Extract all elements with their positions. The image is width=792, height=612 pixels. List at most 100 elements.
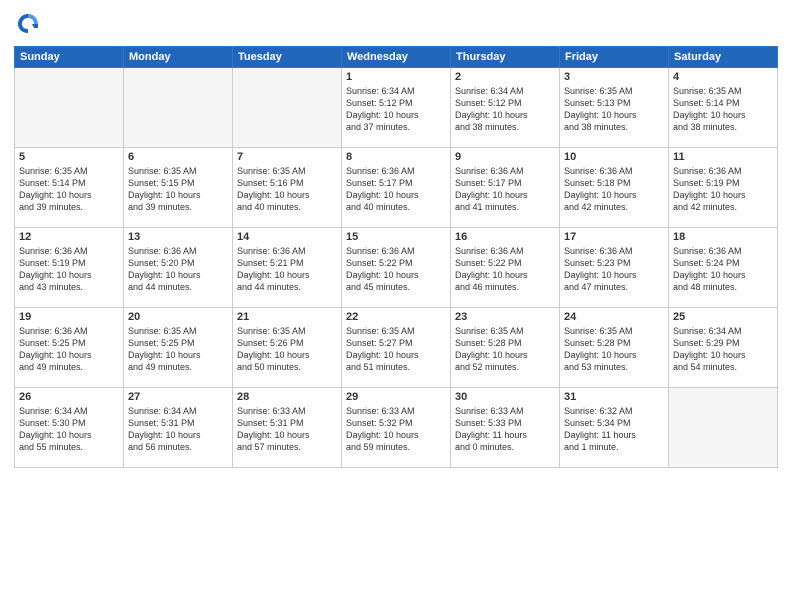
calendar-cell: 21 Sunrise: 6:35 AM Sunset: 5:26 PM Dayli…: [233, 308, 342, 388]
day-info: Sunrise: 6:35 AM Sunset: 5:16 PM Dayligh…: [237, 165, 337, 214]
header: [14, 10, 778, 38]
day-number: 1: [346, 71, 446, 83]
calendar-cell: 11 Sunrise: 6:36 AM Sunset: 5:19 PM Dayli…: [669, 148, 778, 228]
weekday-friday: Friday: [560, 47, 669, 68]
day-info: Sunrise: 6:35 AM Sunset: 5:28 PM Dayligh…: [455, 325, 555, 374]
day-info: Sunrise: 6:36 AM Sunset: 5:23 PM Dayligh…: [564, 245, 664, 294]
day-number: 30: [455, 391, 555, 403]
calendar-cell: 7 Sunrise: 6:35 AM Sunset: 5:16 PM Daylig…: [233, 148, 342, 228]
day-number: 17: [564, 231, 664, 243]
day-info: Sunrise: 6:35 AM Sunset: 5:15 PM Dayligh…: [128, 165, 228, 214]
weekday-sunday: Sunday: [15, 47, 124, 68]
calendar-cell: 28 Sunrise: 6:33 AM Sunset: 5:31 PM Dayli…: [233, 388, 342, 468]
day-number: 4: [673, 71, 773, 83]
day-info: Sunrise: 6:35 AM Sunset: 5:13 PM Dayligh…: [564, 85, 664, 134]
week-row-2: 5 Sunrise: 6:35 AM Sunset: 5:14 PM Daylig…: [15, 148, 778, 228]
weekday-monday: Monday: [124, 47, 233, 68]
calendar-cell: 8 Sunrise: 6:36 AM Sunset: 5:17 PM Daylig…: [342, 148, 451, 228]
calendar-cell: 31Sunrise: 6:32 AM Sunset: 5:34 PM Dayli…: [560, 388, 669, 468]
calendar-cell: 14Sunrise: 6:36 AM Sunset: 5:21 PM Dayli…: [233, 228, 342, 308]
calendar-cell: 3Sunrise: 6:35 AM Sunset: 5:13 PM Daylig…: [560, 68, 669, 148]
weekday-thursday: Thursday: [451, 47, 560, 68]
day-number: 9: [455, 151, 555, 163]
calendar-cell: 4 Sunrise: 6:35 AM Sunset: 5:14 PM Daylig…: [669, 68, 778, 148]
day-info: Sunrise: 6:36 AM Sunset: 5:22 PM Dayligh…: [346, 245, 446, 294]
day-number: 29: [346, 391, 446, 403]
day-info: Sunrise: 6:34 AM Sunset: 5:12 PM Dayligh…: [346, 85, 446, 134]
calendar-cell: [233, 68, 342, 148]
weekday-wednesday: Wednesday: [342, 47, 451, 68]
weekday-header-row: SundayMondayTuesdayWednesdayThursdayFrid…: [15, 47, 778, 68]
day-number: 10: [564, 151, 664, 163]
calendar-cell: 18Sunrise: 6:36 AM Sunset: 5:24 PM Dayli…: [669, 228, 778, 308]
day-info: Sunrise: 6:36 AM Sunset: 5:25 PM Dayligh…: [19, 325, 119, 374]
calendar-cell: 27Sunrise: 6:34 AM Sunset: 5:31 PM Dayli…: [124, 388, 233, 468]
calendar-cell: 23 Sunrise: 6:35 AM Sunset: 5:28 PM Dayli…: [451, 308, 560, 388]
day-info: Sunrise: 6:35 AM Sunset: 5:26 PM Dayligh…: [237, 325, 337, 374]
calendar-cell: 17 Sunrise: 6:36 AM Sunset: 5:23 PM Dayli…: [560, 228, 669, 308]
day-info: Sunrise: 6:36 AM Sunset: 5:19 PM Dayligh…: [673, 165, 773, 214]
day-number: 19: [19, 311, 119, 323]
day-info: Sunrise: 6:34 AM Sunset: 5:30 PM Dayligh…: [19, 405, 119, 454]
calendar-cell: 16 Sunrise: 6:36 AM Sunset: 5:22 PM Dayli…: [451, 228, 560, 308]
day-number: 20: [128, 311, 228, 323]
day-info: Sunrise: 6:36 AM Sunset: 5:17 PM Dayligh…: [455, 165, 555, 214]
calendar-cell: 20 Sunrise: 6:35 AM Sunset: 5:25 PM Dayli…: [124, 308, 233, 388]
day-info: Sunrise: 6:36 AM Sunset: 5:20 PM Dayligh…: [128, 245, 228, 294]
day-info: Sunrise: 6:36 AM Sunset: 5:21 PM Dayligh…: [237, 245, 337, 294]
day-info: Sunrise: 6:33 AM Sunset: 5:33 PM Dayligh…: [455, 405, 555, 454]
calendar: SundayMondayTuesdayWednesdayThursdayFrid…: [14, 46, 778, 468]
calendar-cell: 29 Sunrise: 6:33 AM Sunset: 5:32 PM Dayli…: [342, 388, 451, 468]
day-number: 12: [19, 231, 119, 243]
logo-icon: [14, 10, 42, 38]
day-number: 8: [346, 151, 446, 163]
day-info: Sunrise: 6:35 AM Sunset: 5:14 PM Dayligh…: [673, 85, 773, 134]
day-info: Sunrise: 6:33 AM Sunset: 5:32 PM Dayligh…: [346, 405, 446, 454]
weekday-tuesday: Tuesday: [233, 47, 342, 68]
week-row-5: 26 Sunrise: 6:34 AM Sunset: 5:30 PM Dayli…: [15, 388, 778, 468]
day-number: 2: [455, 71, 555, 83]
day-info: Sunrise: 6:34 AM Sunset: 5:29 PM Dayligh…: [673, 325, 773, 374]
day-info: Sunrise: 6:35 AM Sunset: 5:14 PM Dayligh…: [19, 165, 119, 214]
week-row-1: 1 Sunrise: 6:34 AM Sunset: 5:12 PM Daylig…: [15, 68, 778, 148]
calendar-cell: 13 Sunrise: 6:36 AM Sunset: 5:20 PM Dayli…: [124, 228, 233, 308]
day-info: Sunrise: 6:33 AM Sunset: 5:31 PM Dayligh…: [237, 405, 337, 454]
calendar-cell: 12 Sunrise: 6:36 AM Sunset: 5:19 PM Dayli…: [15, 228, 124, 308]
calendar-cell: 9 Sunrise: 6:36 AM Sunset: 5:17 PM Daylig…: [451, 148, 560, 228]
day-info: Sunrise: 6:35 AM Sunset: 5:28 PM Dayligh…: [564, 325, 664, 374]
day-info: Sunrise: 6:35 AM Sunset: 5:25 PM Dayligh…: [128, 325, 228, 374]
day-number: 28: [237, 391, 337, 403]
day-number: 11: [673, 151, 773, 163]
calendar-cell: 2 Sunrise: 6:34 AM Sunset: 5:12 PM Daylig…: [451, 68, 560, 148]
day-number: 16: [455, 231, 555, 243]
day-info: Sunrise: 6:36 AM Sunset: 5:17 PM Dayligh…: [346, 165, 446, 214]
calendar-cell: 10Sunrise: 6:36 AM Sunset: 5:18 PM Dayli…: [560, 148, 669, 228]
day-number: 23: [455, 311, 555, 323]
day-number: 21: [237, 311, 337, 323]
day-info: Sunrise: 6:36 AM Sunset: 5:24 PM Dayligh…: [673, 245, 773, 294]
logo: [14, 10, 46, 38]
calendar-cell: [669, 388, 778, 468]
calendar-cell: 25 Sunrise: 6:34 AM Sunset: 5:29 PM Dayli…: [669, 308, 778, 388]
day-info: Sunrise: 6:32 AM Sunset: 5:34 PM Dayligh…: [564, 405, 664, 454]
day-number: 13: [128, 231, 228, 243]
calendar-cell: 6 Sunrise: 6:35 AM Sunset: 5:15 PM Daylig…: [124, 148, 233, 228]
day-info: Sunrise: 6:36 AM Sunset: 5:19 PM Dayligh…: [19, 245, 119, 294]
day-info: Sunrise: 6:34 AM Sunset: 5:12 PM Dayligh…: [455, 85, 555, 134]
day-info: Sunrise: 6:34 AM Sunset: 5:31 PM Dayligh…: [128, 405, 228, 454]
day-number: 7: [237, 151, 337, 163]
day-number: 26: [19, 391, 119, 403]
day-info: Sunrise: 6:36 AM Sunset: 5:22 PM Dayligh…: [455, 245, 555, 294]
calendar-cell: 30 Sunrise: 6:33 AM Sunset: 5:33 PM Dayli…: [451, 388, 560, 468]
day-number: 25: [673, 311, 773, 323]
day-number: 6: [128, 151, 228, 163]
day-number: 5: [19, 151, 119, 163]
calendar-cell: [124, 68, 233, 148]
calendar-cell: 24Sunrise: 6:35 AM Sunset: 5:28 PM Dayli…: [560, 308, 669, 388]
calendar-cell: 5 Sunrise: 6:35 AM Sunset: 5:14 PM Daylig…: [15, 148, 124, 228]
page: SundayMondayTuesdayWednesdayThursdayFrid…: [0, 0, 792, 612]
calendar-cell: 15 Sunrise: 6:36 AM Sunset: 5:22 PM Dayli…: [342, 228, 451, 308]
week-row-3: 12 Sunrise: 6:36 AM Sunset: 5:19 PM Dayli…: [15, 228, 778, 308]
day-number: 15: [346, 231, 446, 243]
calendar-cell: 22Sunrise: 6:35 AM Sunset: 5:27 PM Dayli…: [342, 308, 451, 388]
